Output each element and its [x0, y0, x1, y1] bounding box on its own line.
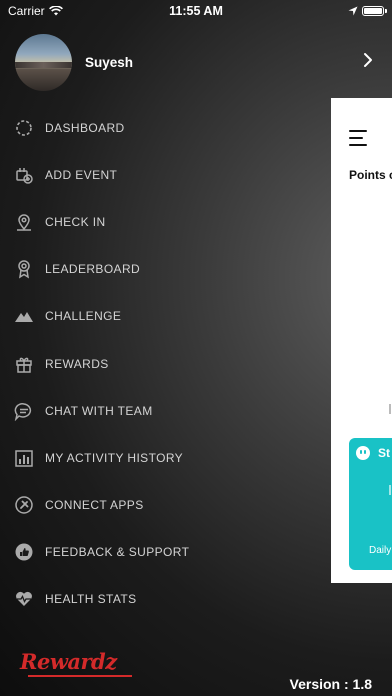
chat-icon: [14, 401, 34, 421]
menu-label: CHECK IN: [45, 214, 106, 229]
menu-label: DASHBOARD: [45, 120, 125, 135]
bar-chart-icon: [14, 448, 34, 468]
dashboard-icon: [14, 118, 34, 138]
menu-item-dashboard[interactable]: DASHBOARD: [0, 104, 330, 151]
heart-pulse-icon: [14, 589, 34, 609]
main-content-panel[interactable]: Points c St Daily: [331, 98, 392, 583]
profile-name: Suyesh: [85, 54, 134, 70]
link-icon: [14, 495, 34, 515]
menu-item-challenge[interactable]: CHALLENGE: [0, 293, 330, 340]
menu-label: CHALLENGE: [45, 309, 122, 324]
menu-item-chat-with-team[interactable]: CHAT WITH TEAM: [0, 387, 330, 434]
avatar[interactable]: [15, 33, 72, 91]
menu-item-leaderboard[interactable]: LEADERBOARD: [0, 246, 330, 293]
panel-mark: [389, 404, 391, 414]
location-arrow-icon: [348, 6, 358, 16]
status-right: [348, 6, 387, 16]
wifi-icon: [48, 6, 63, 16]
thumbs-up-icon: [14, 542, 34, 562]
menu-label: CHAT WITH TEAM: [45, 403, 153, 418]
logo-underline: [28, 675, 132, 677]
menu-label: ADD EVENT: [45, 167, 118, 182]
steps-card[interactable]: St Daily: [349, 438, 392, 570]
menu-label: REWARDS: [45, 356, 109, 371]
steps-card-daily: Daily: [369, 545, 392, 556]
status-bar: Carrier 11:55 AM: [0, 0, 392, 22]
menu-item-rewards[interactable]: REWARDS: [0, 340, 330, 387]
menu-item-health-stats[interactable]: HEALTH STATS: [0, 576, 330, 623]
hamburger-menu-icon[interactable]: [349, 130, 367, 146]
side-menu: DASHBOARD ADD EVENT CHECK IN LEADERBOARD: [0, 104, 330, 623]
award-icon: [14, 259, 34, 279]
menu-item-feedback-support[interactable]: FEEDBACK & SUPPORT: [0, 529, 330, 576]
version-label: Version : 1.8: [289, 676, 372, 692]
profile-header[interactable]: Suyesh: [15, 33, 385, 91]
battery-icon: [362, 6, 387, 16]
map-pin-icon: [14, 212, 34, 232]
points-label: Points c: [349, 168, 392, 182]
menu-label: HEALTH STATS: [45, 592, 137, 607]
menu-label: CONNECT APPS: [45, 498, 144, 513]
add-event-icon: [14, 165, 34, 185]
menu-item-my-activity-history[interactable]: MY ACTIVITY HISTORY: [0, 434, 330, 481]
status-left: Carrier: [8, 4, 63, 18]
chevron-right-icon[interactable]: [359, 51, 377, 69]
menu-label: LEADERBOARD: [45, 262, 141, 277]
carrier-label: Carrier: [8, 4, 45, 18]
menu-item-connect-apps[interactable]: CONNECT APPS: [0, 482, 330, 529]
gift-icon: [14, 354, 34, 374]
mountain-icon: [14, 306, 34, 326]
steps-card-title: St: [378, 446, 390, 460]
menu-item-check-in[interactable]: CHECK IN: [0, 198, 330, 245]
robot-icon: [356, 446, 370, 460]
steps-card-mark: [389, 485, 391, 495]
menu-item-add-event[interactable]: ADD EVENT: [0, 151, 330, 198]
menu-label: MY ACTIVITY HISTORY: [45, 450, 184, 465]
menu-label: FEEDBACK & SUPPORT: [45, 545, 190, 560]
